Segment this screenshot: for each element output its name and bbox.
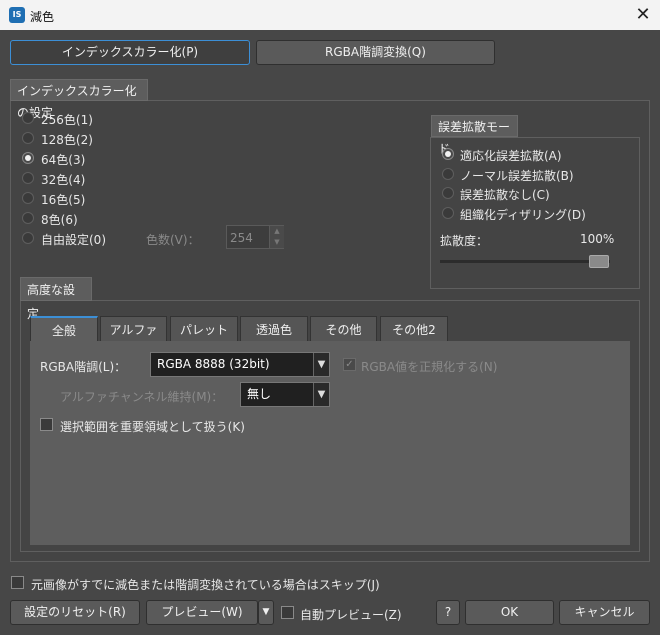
advanced-title: 高度な設定 — [20, 277, 92, 321]
rgba-select[interactable]: RGBA 8888 (32bit) ▼ — [150, 352, 330, 377]
dither-title: 誤差拡散モード — [431, 115, 518, 156]
spread-label: 拡散度： — [440, 234, 489, 248]
reduce-color-dialog: IS 減色 ✕ インデックスカラー化(P) RGBA階調変換(Q) インデックス… — [0, 0, 660, 635]
option-label-32[interactable]: 32色(4) — [41, 171, 85, 188]
alpha-keep-value: 無し — [247, 387, 272, 401]
preview-button[interactable]: プレビュー(W) — [146, 600, 258, 625]
tab-palette[interactable]: パレット — [170, 316, 238, 342]
tab-other[interactable]: その他 — [310, 316, 377, 342]
option-label-8[interactable]: 8色(6) — [41, 211, 78, 228]
tab-transparent-color[interactable]: 透過色 — [240, 316, 308, 342]
option-label-16[interactable]: 16色(5) — [41, 191, 85, 208]
tab-other2[interactable]: その他2 — [380, 316, 448, 342]
dither-option-adaptive[interactable]: 適応化誤差拡散(A) — [460, 147, 562, 164]
spin-down-icon[interactable]: ▼ — [269, 237, 284, 248]
tab-general[interactable]: 全般 — [30, 316, 98, 342]
index-color-mode-button[interactable]: インデックスカラー化(P) — [10, 40, 250, 65]
title-bar: IS 減色 ✕ — [0, 0, 660, 30]
spread-slider-handle[interactable] — [589, 255, 609, 268]
normalize-checkbox[interactable]: ✓ — [343, 358, 356, 371]
spread-value: 100% — [580, 232, 615, 246]
option-label-custom[interactable]: 自由設定(0) — [41, 231, 106, 248]
radio-custom[interactable] — [22, 232, 34, 244]
alpha-keep-select[interactable]: 無し ▼ — [240, 382, 330, 407]
selection-label[interactable]: 選択範囲を重要領域として扱う(K) — [60, 418, 245, 435]
radio-no-dither[interactable] — [442, 187, 454, 199]
radio-8[interactable] — [22, 212, 34, 224]
normalize-label: RGBA値を正規化する(N) — [361, 360, 498, 374]
selection-checkbox[interactable] — [40, 418, 53, 431]
reset-button[interactable]: 設定のリセット(R) — [10, 600, 140, 625]
radio-16[interactable] — [22, 192, 34, 204]
alpha-keep-label: アルファチャンネル維持(M)： — [60, 390, 224, 404]
radio-ordered-dither[interactable] — [442, 207, 454, 219]
color-count-spinbox[interactable]: 254 ▲ ▼ — [226, 225, 284, 249]
rgba-select-value: RGBA 8888 (32bit) — [157, 357, 270, 371]
option-label-256[interactable]: 256色(1) — [41, 111, 93, 128]
tab-alpha[interactable]: アルファ — [100, 316, 167, 342]
radio-64[interactable] — [22, 152, 34, 164]
rgba-tone-mode-button[interactable]: RGBA階調変換(Q) — [256, 40, 495, 65]
chevron-down-icon[interactable]: ▼ — [313, 383, 329, 406]
window-title: 減色 — [30, 10, 55, 24]
close-icon[interactable]: ✕ — [626, 0, 660, 30]
auto-preview-checkbox[interactable] — [281, 606, 294, 619]
dither-option-ordered[interactable]: 組織化ディザリング(D) — [460, 206, 586, 223]
radio-adaptive-dither[interactable] — [442, 148, 454, 160]
dither-option-normal[interactable]: ノーマル誤差拡散(B) — [460, 167, 574, 184]
skip-label[interactable]: 元画像がすでに減色または階調変換されている場合はスキップ(J) — [31, 576, 380, 593]
skip-checkbox[interactable] — [11, 576, 24, 589]
radio-256[interactable] — [22, 112, 34, 124]
ok-button[interactable]: OK — [465, 600, 554, 625]
rgba-label: RGBA階調(L)： — [40, 360, 127, 374]
app-icon: IS — [9, 7, 25, 23]
radio-normal-dither[interactable] — [442, 168, 454, 180]
preview-dropdown-icon[interactable]: ▼ — [258, 600, 274, 625]
color-count-value: 254 — [230, 231, 253, 245]
radio-32[interactable] — [22, 172, 34, 184]
spread-slider-track[interactable] — [440, 260, 610, 263]
chevron-down-icon[interactable]: ▼ — [313, 353, 329, 376]
help-button[interactable]: ? — [436, 600, 460, 625]
dither-option-none[interactable]: 誤差拡散なし(C) — [460, 186, 550, 203]
cancel-button[interactable]: キャンセル — [559, 600, 650, 625]
spin-up-icon[interactable]: ▲ — [269, 226, 284, 237]
index-settings-title: インデックスカラー化の設定 — [10, 79, 148, 120]
option-label-64[interactable]: 64色(3) — [41, 151, 85, 168]
color-count-label: 色数(V)： — [146, 233, 200, 247]
radio-128[interactable] — [22, 132, 34, 144]
auto-preview-label[interactable]: 自動プレビュー(Z) — [300, 606, 402, 623]
option-label-128[interactable]: 128色(2) — [41, 131, 93, 148]
